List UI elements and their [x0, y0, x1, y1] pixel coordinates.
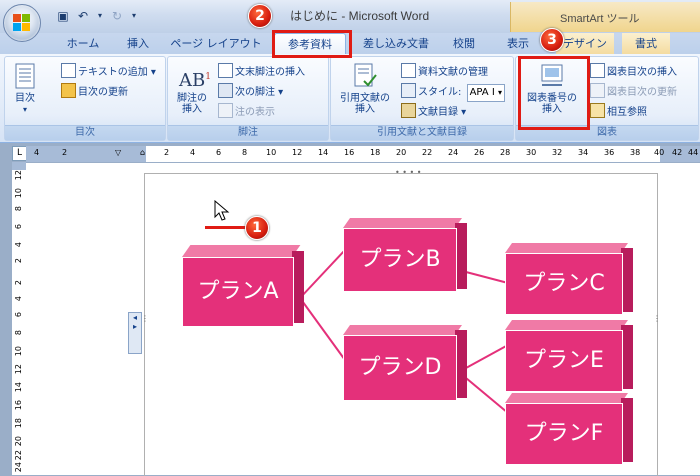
node-top: [343, 218, 463, 228]
office-button[interactable]: [3, 4, 41, 42]
node-label: プランF: [505, 403, 623, 465]
mouse-pointer-icon: [214, 200, 230, 221]
smartart-node-f[interactable]: プランF: [505, 393, 633, 467]
smartart-node-a[interactable]: プランA: [182, 245, 304, 335]
node-label: プランB: [343, 228, 457, 292]
smartart-node-e[interactable]: プランE: [505, 320, 633, 394]
node-label: プランC: [505, 253, 623, 315]
smartart-node-d[interactable]: プランD: [343, 325, 467, 405]
smartart-node-b[interactable]: プランB: [343, 218, 467, 296]
node-top: [182, 245, 301, 257]
office-logo-icon: [13, 14, 31, 32]
insertion-point-marker: [205, 226, 247, 229]
node-top: [343, 325, 463, 335]
node-label: プランD: [343, 335, 457, 401]
node-top: [505, 393, 629, 403]
node-top: [505, 320, 629, 330]
smartart-node-c[interactable]: プランC: [505, 243, 633, 317]
node-top: [505, 243, 629, 253]
node-label: プランA: [182, 257, 294, 327]
node-label: プランE: [505, 330, 623, 392]
callout-1: 1: [245, 216, 269, 240]
